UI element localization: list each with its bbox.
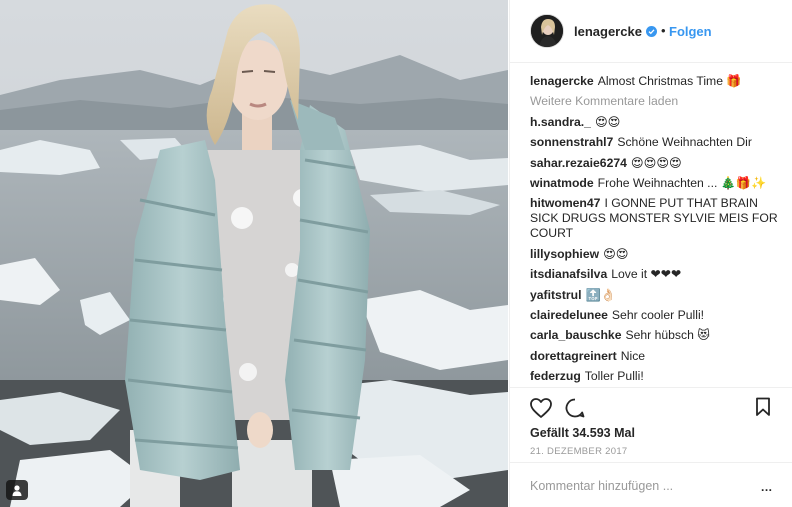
avatar-image <box>531 15 563 47</box>
comment-text: Frohe Weihnachten ... 🎄🎁✨ <box>597 175 767 190</box>
comment-bubble-icon[interactable] <box>564 397 586 419</box>
comment-item: yafitstrul 🔝👌🏻 <box>530 288 778 303</box>
comment-item: lillysophiew 😍😍 <box>530 247 778 262</box>
person-icon <box>12 485 22 496</box>
load-more-comments-link[interactable]: Weitere Kommentare laden <box>530 94 778 109</box>
comment-item: sahar.rezaie6274 😍😍😍😍 <box>530 156 778 171</box>
comment-username[interactable]: winatmode <box>530 176 594 190</box>
comment-username[interactable]: sahar.rezaie6274 <box>530 156 627 170</box>
comment-username[interactable]: dorettagreinert <box>530 349 617 363</box>
comment-item: hitwomen47 I GONNE PUT THAT BRAIN SICK DR… <box>530 196 778 241</box>
comment-username[interactable]: federzug <box>530 369 581 383</box>
comment-text: 😍😍 <box>594 114 621 129</box>
comment-text: Sehr cooler Pulli! <box>611 307 705 322</box>
comment-text: 😍😍😍😍 <box>630 155 682 170</box>
comment-text: 🔝👌🏻 <box>585 287 616 302</box>
heart-icon[interactable] <box>529 397 553 419</box>
verified-badge-icon <box>646 26 657 37</box>
separator-dot: • <box>661 23 666 38</box>
comment-item: sonnenstrahl7 Schöne Weihnachten Dir <box>530 135 778 150</box>
comment-username[interactable]: lillysophiew <box>530 247 599 261</box>
comment-item: itsdianafsilva Love it ❤❤❤ <box>530 267 778 282</box>
post-image <box>0 0 508 507</box>
comment-text: Love it ❤❤❤ <box>611 267 682 282</box>
comment-item: winatmode Frohe Weihnachten ... 🎄🎁✨ <box>530 176 778 191</box>
avatar[interactable] <box>530 14 564 48</box>
comment-username[interactable]: itsdianafsilva <box>530 267 607 281</box>
comment-username[interactable]: hitwomen47 <box>530 196 600 210</box>
comment-text: Sehr hübsch 😻 <box>625 328 710 343</box>
comment-username[interactable]: sonnenstrahl7 <box>530 135 613 149</box>
comment-text: Toller Pulli! <box>584 369 644 384</box>
bookmark-icon[interactable] <box>755 397 771 417</box>
post-side-panel: lenagercke • Folgen lenagercke Almost Chr… <box>509 0 792 507</box>
post-actions: Gefällt 34.593 Mal 21. DEZEMBER 2017 <box>510 387 792 459</box>
comment-input[interactable] <box>530 479 750 493</box>
more-options-button[interactable]: ... <box>761 480 773 494</box>
comment-item: clairedelunee Sehr cooler Pulli! <box>530 308 778 323</box>
comment-username[interactable]: clairedelunee <box>530 308 608 322</box>
caption-text: Almost Christmas Time 🎁 <box>597 74 742 88</box>
comment-text: 😍😍 <box>603 246 629 261</box>
comment-text: Schöne Weihnachten Dir <box>617 135 752 150</box>
post-date[interactable]: 21. DEZEMBER 2017 <box>530 446 628 457</box>
post-header: lenagercke • Folgen <box>510 0 792 63</box>
comment-item: dorettagreinert Nice <box>530 349 778 364</box>
post-photo[interactable] <box>0 0 508 507</box>
comment-text: Nice <box>620 348 646 363</box>
add-comment-bar: ... <box>510 462 792 507</box>
caption-author[interactable]: lenagercke <box>530 74 594 88</box>
author-username[interactable]: lenagercke <box>574 24 642 39</box>
follow-button[interactable]: Folgen <box>669 24 712 39</box>
caption: lenagercke Almost Christmas Time 🎁 <box>530 74 778 89</box>
comment-username[interactable]: carla_bauschke <box>530 328 621 342</box>
comments-list: lenagercke Almost Christmas Time 🎁 Weiter… <box>530 74 778 389</box>
comment-item: federzug Toller Pulli! <box>530 369 778 384</box>
comment-item: carla_bauschke Sehr hübsch 😻 <box>530 328 778 343</box>
comment-username[interactable]: yafitstrul <box>530 288 581 302</box>
like-count[interactable]: Gefällt 34.593 Mal <box>530 426 635 440</box>
comment-username[interactable]: h.sandra._ <box>530 115 591 129</box>
comment-item: h.sandra._ 😍😍 <box>530 115 778 130</box>
tagged-user-icon[interactable] <box>6 480 28 500</box>
